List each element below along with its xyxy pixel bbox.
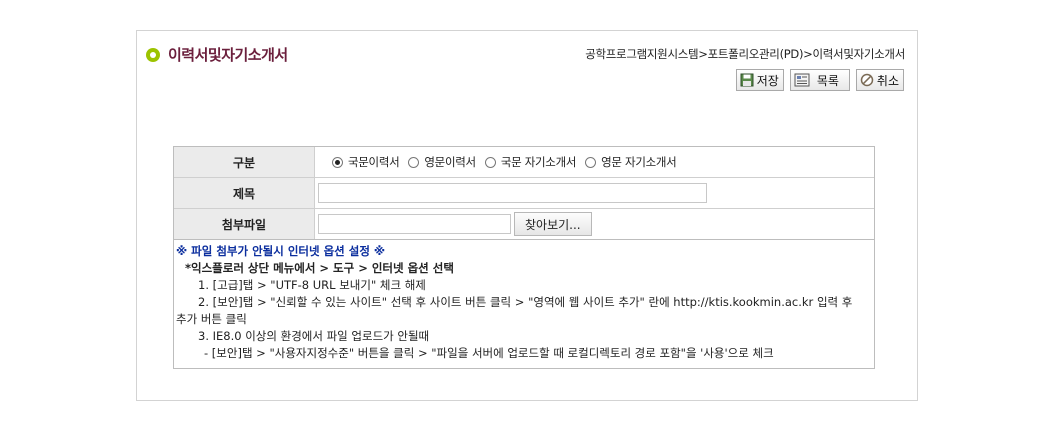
- cancel-label: 취소: [876, 73, 899, 88]
- title-row: 제목: [174, 178, 874, 209]
- radio-unchecked-icon: [408, 156, 420, 168]
- browse-button[interactable]: 찾아보기...: [514, 212, 592, 236]
- radio-korean-cover-letter[interactable]: 국문 자기소개서: [484, 154, 577, 170]
- radio-unchecked-icon: [484, 156, 496, 168]
- note-line: 2. [보안]탭 > "신뢰할 수 있는 사이트" 선택 후 사이트 버튼 클릭…: [198, 295, 853, 309]
- title-bullet-icon: [146, 47, 160, 62]
- list-icon: [794, 73, 810, 87]
- list-button[interactable]: 목록: [789, 69, 850, 91]
- attach-label: 첨부파일: [174, 209, 315, 239]
- save-button[interactable]: 저장: [735, 69, 784, 91]
- attach-row: 첨부파일 찾아보기...: [174, 209, 874, 240]
- radio-label: 국문 자기소개서: [500, 155, 577, 169]
- help-notes: ※ 파일 첨부가 안될시 인터넷 옵션 설정 ※ *익스플로러 상단 메뉴에서 …: [174, 240, 874, 368]
- radio-label: 국문이력서: [348, 155, 400, 169]
- note-line: 추가 버튼 클릭: [176, 312, 247, 326]
- radio-english-resume[interactable]: 영문이력서: [408, 154, 476, 170]
- title-input[interactable]: [318, 183, 707, 203]
- page-title: 이력서및자기소개서: [168, 46, 288, 64]
- radio-checked-icon: [332, 156, 343, 168]
- type-radio-group: 국문이력서 영문이력서 국문 자기소개서 영문 자기소개서: [318, 154, 685, 170]
- toolbar: 저장 목록 취소: [735, 69, 904, 91]
- cancel-icon: [860, 73, 874, 87]
- radio-korean-resume[interactable]: 국문이력서: [332, 154, 400, 170]
- type-row: 구분 국문이력서 영문이력서 국문 자기소개서 영문 자기소개서: [174, 147, 874, 178]
- breadcrumb: 공학프로그램지원시스템>포트폴리오관리(PD)>이력서및자기소개서: [585, 47, 905, 61]
- notes-heading: ※ 파일 첨부가 안될시 인터넷 옵션 설정 ※: [176, 244, 386, 258]
- floppy-disk-icon: [740, 73, 754, 87]
- note-line: - [보안]탭 > "사용자지정수준" 버튼을 클릭 > "파일을 서버에 업로…: [204, 346, 774, 360]
- resume-form: 구분 국문이력서 영문이력서 국문 자기소개서 영문 자기소개서 제목 첨부파일…: [173, 146, 875, 369]
- radio-label: 영문이력서: [424, 155, 476, 169]
- cancel-button[interactable]: 취소: [855, 69, 904, 91]
- title-area: 이력서및자기소개서: [146, 44, 288, 65]
- radio-english-cover-letter[interactable]: 영문 자기소개서: [585, 154, 677, 170]
- note-line: 1. [고급]탭 > "UTF-8 URL 보내기" 체크 해제: [198, 278, 426, 292]
- notes-subheading: *익스플로러 상단 메뉴에서 > 도구 > 인터넷 옵션 선택: [185, 261, 454, 275]
- save-label: 저장: [756, 73, 779, 88]
- list-label: 목록: [816, 73, 839, 88]
- radio-unchecked-icon: [585, 156, 597, 168]
- attach-file-input[interactable]: [318, 214, 511, 234]
- title-label: 제목: [174, 178, 315, 208]
- note-line: 3. IE8.0 이상의 환경에서 파일 업로드가 안될때: [198, 329, 430, 343]
- type-label: 구분: [174, 147, 315, 177]
- radio-label: 영문 자기소개서: [601, 155, 677, 169]
- content-panel: 이력서및자기소개서 공학프로그램지원시스템>포트폴리오관리(PD)>이력서및자기…: [136, 30, 918, 401]
